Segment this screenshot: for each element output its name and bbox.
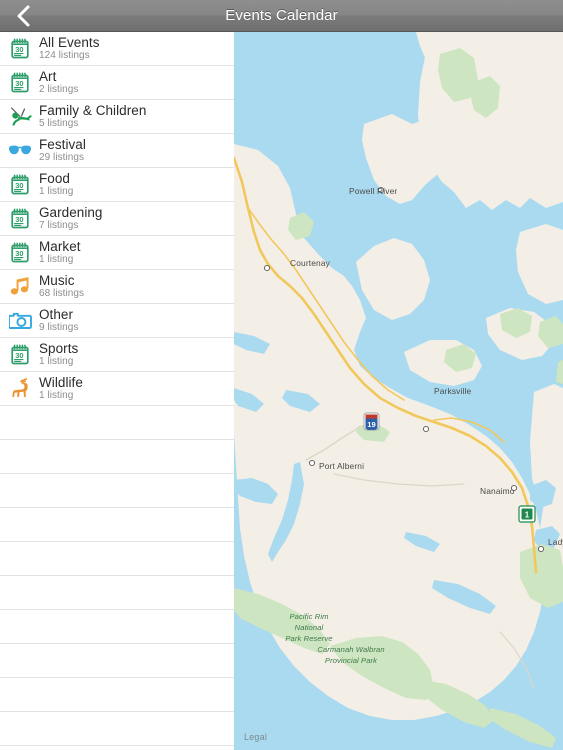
category-row-other[interactable]: Other 9 listings <box>0 304 234 338</box>
highway-shield-19: 19 <box>363 412 380 431</box>
map-park-label: Carmanah Walbran <box>317 645 384 654</box>
category-row-family-children[interactable]: Family & Children 5 listings <box>0 100 234 134</box>
empty-row <box>0 610 234 644</box>
empty-row <box>0 644 234 678</box>
sunglasses-icon <box>6 137 34 165</box>
swing-icon <box>6 103 34 131</box>
category-list[interactable]: 30 All Events 124 listings 30 Art 2 listin… <box>0 32 234 750</box>
empty-row <box>0 542 234 576</box>
category-label: Family & Children <box>39 102 147 118</box>
city-dot-parksville <box>422 425 430 433</box>
svg-text:1: 1 <box>525 511 530 520</box>
map-park-label: Park Reserve <box>285 634 332 643</box>
category-row-all-events[interactable]: 30 All Events 124 listings <box>0 32 234 66</box>
map-canvas: Powell River Courtenay Parksville Port Albe… <box>234 32 563 750</box>
category-count: 1 listing <box>39 254 74 266</box>
category-row-wildlife[interactable]: Wildlife 1 listing <box>0 372 234 406</box>
category-count: 29 listings <box>39 152 85 164</box>
category-count: 1 listing <box>39 390 74 402</box>
category-row-festival[interactable]: Festival 29 listings <box>0 134 234 168</box>
svg-text:30: 30 <box>15 351 23 360</box>
map-legal-link[interactable]: Legal <box>244 732 267 742</box>
category-label: Gardening <box>39 204 103 220</box>
category-label: All Events <box>39 34 100 50</box>
empty-row <box>0 712 234 746</box>
category-row-market[interactable]: 30 Market 1 listing <box>0 236 234 270</box>
deer-icon <box>6 375 34 403</box>
map-park-label: Provincial Park <box>325 656 378 665</box>
map-park-label: Pacific Rim <box>289 612 328 621</box>
empty-row <box>0 678 234 712</box>
category-count: 9 listings <box>39 322 79 334</box>
page-title: Events Calendar <box>225 7 338 24</box>
svg-text:19: 19 <box>367 420 375 429</box>
category-row-food[interactable]: 30 Food 1 listing <box>0 168 234 202</box>
music-note-icon <box>6 273 34 301</box>
category-count: 1 listing <box>39 356 74 368</box>
chevron-left-icon <box>16 4 31 28</box>
calendar-icon: 30 <box>6 171 34 199</box>
category-label: Art <box>39 68 57 84</box>
category-count: 1 listing <box>39 186 74 198</box>
category-count: 2 listings <box>39 84 79 96</box>
category-label: Market <box>39 238 81 254</box>
city-dot-port-alberni <box>308 459 316 467</box>
category-label: Food <box>39 170 70 186</box>
back-button[interactable] <box>0 0 46 32</box>
city-dot-ladysmith <box>537 545 545 553</box>
category-row-music[interactable]: Music 68 listings <box>0 270 234 304</box>
category-count: 5 listings <box>39 118 79 130</box>
map-city-label: Port Alberni <box>319 461 364 471</box>
category-row-sports[interactable]: 30 Sports 1 listing <box>0 338 234 372</box>
category-count: 124 listings <box>39 50 90 62</box>
map-city-label: Parksville <box>434 386 472 396</box>
calendar-icon: 30 <box>6 35 34 63</box>
highway-shield-1: 1 <box>518 505 536 523</box>
city-dot-courtenay <box>263 264 271 272</box>
empty-row <box>0 440 234 474</box>
svg-text:30: 30 <box>15 45 23 54</box>
map-city-label: Powell River <box>349 186 397 196</box>
category-label: Sports <box>39 340 79 356</box>
category-row-art[interactable]: 30 Art 2 listings <box>0 66 234 100</box>
svg-text:30: 30 <box>15 215 23 224</box>
category-count: 68 listings <box>39 288 85 300</box>
empty-row <box>0 508 234 542</box>
category-label: Wildlife <box>39 374 83 390</box>
map-city-label: Nanaimo <box>480 486 515 496</box>
calendar-icon: 30 <box>6 205 34 233</box>
calendar-icon: 30 <box>6 341 34 369</box>
empty-row <box>0 406 234 440</box>
category-label: Other <box>39 306 74 322</box>
map-city-label: Courtenay <box>290 258 331 268</box>
empty-row <box>0 474 234 508</box>
category-label: Festival <box>39 136 86 152</box>
svg-text:30: 30 <box>15 249 23 258</box>
calendar-icon: 30 <box>6 239 34 267</box>
category-row-gardening[interactable]: 30 Gardening 7 listings <box>0 202 234 236</box>
category-label: Music <box>39 272 75 288</box>
map-view[interactable]: Powell River Courtenay Parksville Port Albe… <box>234 32 563 750</box>
map-city-label: Lady <box>548 537 563 547</box>
svg-text:30: 30 <box>15 79 23 88</box>
svg-text:30: 30 <box>15 181 23 190</box>
camera-icon <box>6 307 34 335</box>
calendar-icon: 30 <box>6 69 34 97</box>
navigation-bar: Events Calendar <box>0 0 563 32</box>
map-park-label: National <box>295 623 324 632</box>
empty-row <box>0 576 234 610</box>
category-count: 7 listings <box>39 220 79 232</box>
